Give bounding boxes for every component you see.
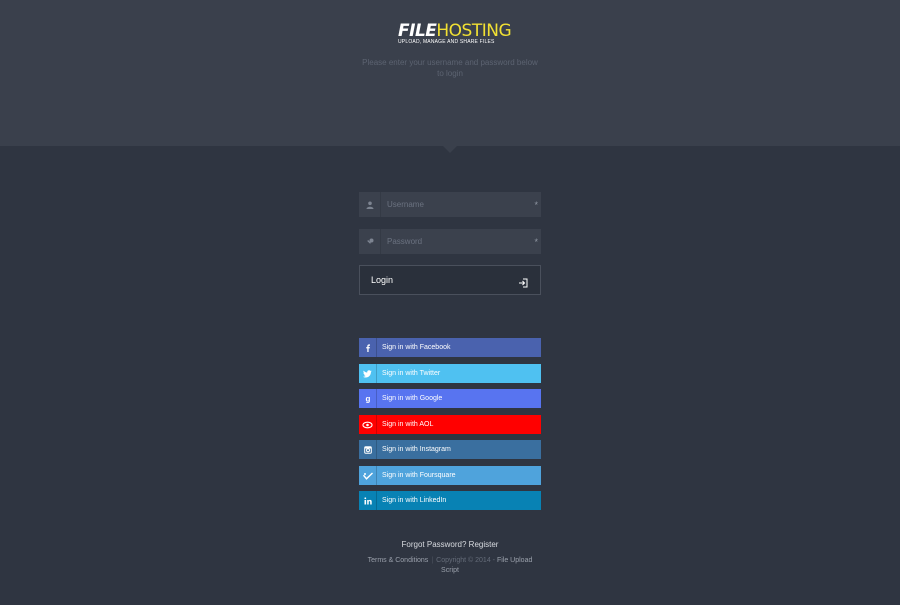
logo-word-file: FILE	[398, 21, 437, 41]
sign-in-linkedin-button[interactable]: Sign in with LinkedIn	[359, 491, 541, 510]
aol-icon	[359, 415, 377, 434]
forgot-password-link[interactable]: Forgot Password?	[402, 540, 467, 549]
social-button-label: Sign in with Facebook	[382, 344, 451, 351]
sign-in-facebook-button[interactable]: Sign in with Facebook	[359, 338, 541, 357]
required-marker: *	[534, 236, 538, 247]
page-header: FILEHOSTING UPLOAD, MANAGE AND SHARE FIL…	[0, 0, 900, 146]
logo-wordmark: FILEHOSTING	[398, 21, 512, 41]
footer-separator: |	[431, 557, 434, 564]
logo-tagline: UPLOAD, MANAGE AND SHARE FILES	[398, 39, 495, 45]
username-input[interactable]	[387, 192, 527, 217]
copyright-text: Copyright © 2014 -	[436, 557, 495, 564]
sign-in-twitter-button[interactable]: Sign in with Twitter	[359, 364, 541, 383]
password-field[interactable]: *	[359, 229, 541, 254]
social-button-label: Sign in with Twitter	[382, 370, 441, 377]
sign-in-aol-button[interactable]: Sign in with AOL	[359, 415, 541, 434]
logo-word-hosting: HOSTING	[436, 21, 512, 41]
header-notch	[443, 146, 457, 153]
twitter-icon	[359, 364, 377, 383]
social-button-label: Sign in with Google	[382, 395, 443, 402]
key-icon	[359, 229, 381, 254]
login-button[interactable]: Login	[359, 265, 541, 295]
svg-text:g: g	[365, 395, 370, 403]
sign-in-foursquare-button[interactable]: Sign in with Foursquare	[359, 466, 541, 485]
required-marker: *	[534, 199, 538, 210]
linkedin-icon	[359, 491, 377, 510]
sign-in-instagram-button[interactable]: Sign in with Instagram	[359, 440, 541, 459]
login-button-label: Login	[371, 275, 394, 285]
user-icon	[359, 192, 381, 217]
social-button-label: Sign in with Foursquare	[382, 472, 456, 479]
footer: Terms & Conditions | Copyright © 2014 - Fi…	[360, 556, 540, 576]
social-button-label: Sign in with LinkedIn	[382, 497, 447, 504]
sign-in-google-button[interactable]: g Sign in with Google	[359, 389, 541, 408]
terms-link[interactable]: Terms & Conditions	[368, 557, 429, 564]
account-links: Forgot Password? Register	[360, 540, 540, 549]
sign-in-icon	[518, 275, 528, 288]
password-input[interactable]	[387, 229, 527, 254]
facebook-icon	[359, 338, 377, 357]
logo: FILEHOSTING UPLOAD, MANAGE AND SHARE FIL…	[398, 21, 512, 45]
username-field[interactable]: *	[359, 192, 541, 217]
social-button-label: Sign in with AOL	[382, 421, 434, 428]
intro-text: Please enter your username and password …	[362, 58, 538, 78]
google-icon: g	[359, 389, 377, 408]
register-link[interactable]: Register	[469, 540, 499, 549]
foursquare-icon	[359, 466, 377, 485]
social-button-label: Sign in with Instagram	[382, 446, 451, 453]
instagram-icon	[359, 440, 377, 459]
